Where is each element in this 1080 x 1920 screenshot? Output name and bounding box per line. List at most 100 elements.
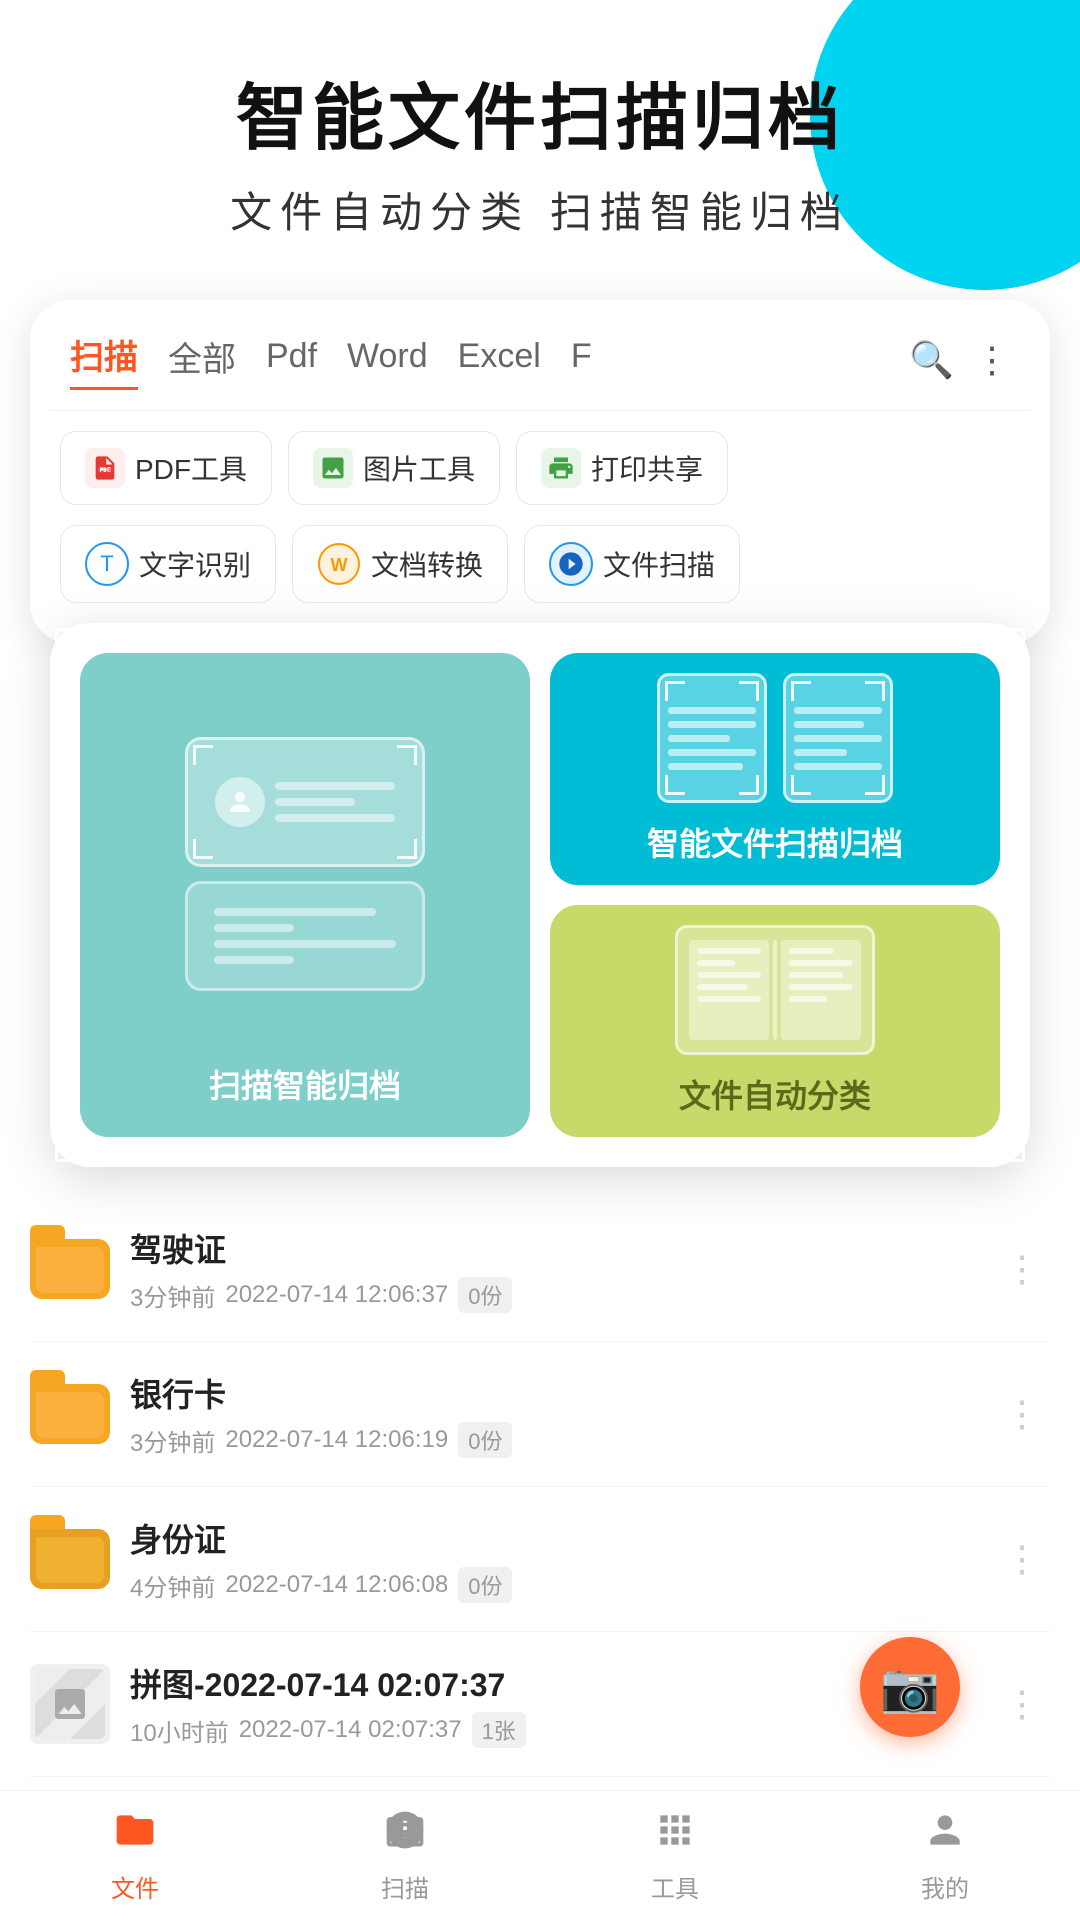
search-icon[interactable]: 🔍 <box>909 339 954 381</box>
book-page-right <box>781 940 861 1040</box>
ocr-text-label: 文字识别 <box>139 544 251 584</box>
file-item-2[interactable]: 银行卡 3分钟前 2022-07-14 12:06:19 0份 ⋮ <box>30 1342 1050 1487</box>
folder-yellow-2 <box>30 1384 110 1444</box>
tab-excel[interactable]: Excel <box>458 337 541 384</box>
feature-card-smart-scan[interactable]: 智能文件扫描归档 <box>550 653 1000 885</box>
dc1-bl <box>665 775 685 795</box>
nav-item-tools[interactable]: 工具 <box>540 1808 810 1904</box>
thumb-inner-4 <box>35 1669 105 1739</box>
back-corner-bl <box>55 1142 75 1162</box>
nav-scan-icon <box>383 1808 427 1863</box>
main-app-card: 扫描 全部 Pdf Word Excel F 🔍 ⋮ PDF工具 <box>30 300 1050 643</box>
file-name-2: 银行卡 <box>130 1370 974 1416</box>
file-count-2: 0份 <box>458 1422 512 1458</box>
file-scan-label: 文件扫描 <box>603 544 715 584</box>
file-date-3: 2022-07-14 12:06:08 <box>225 1571 448 1599</box>
book-pages <box>689 940 861 1040</box>
image-tool-button[interactable]: 图片工具 <box>288 431 500 505</box>
id-card-illustration <box>110 683 500 1045</box>
more-button-2[interactable]: ⋮ <box>994 1383 1050 1445</box>
tab-scan[interactable]: 扫描 <box>70 330 138 390</box>
file-name-1: 驾驶证 <box>130 1225 974 1271</box>
file-info-4: 拼图-2022-07-14 02:07:37 10小时前 2022-07-14 … <box>130 1660 974 1748</box>
tab-all[interactable]: 全部 <box>168 332 236 389</box>
back-line-1 <box>214 908 376 916</box>
ocr-row: T 文字识别 W 文档转换 文件扫描 <box>50 515 1030 623</box>
tab-bar: 扫描 全部 Pdf Word Excel F 🔍 ⋮ <box>50 330 1030 411</box>
right-column: 智能文件扫描归档 <box>550 653 1000 1137</box>
fab-camera-button[interactable]: 📷 <box>860 1637 960 1737</box>
pdf-tool-button[interactable]: PDF工具 <box>60 431 272 505</box>
feature-grid: 扫描智能归档 <box>80 653 1000 1137</box>
dc2-br <box>865 775 885 795</box>
folder-icon-3 <box>30 1524 110 1594</box>
nav-files-icon <box>113 1808 157 1863</box>
bl1 <box>697 948 761 954</box>
back-line-4 <box>214 956 294 964</box>
bl2 <box>697 960 735 966</box>
dc2-tl <box>791 681 811 701</box>
doc-l3 <box>668 735 730 742</box>
nav-item-files[interactable]: 文件 <box>0 1808 270 1904</box>
person-avatar-icon <box>215 777 265 827</box>
image-tool-label: 图片工具 <box>363 448 475 488</box>
more-button-1[interactable]: ⋮ <box>994 1238 1050 1300</box>
folder-body-1 <box>30 1239 110 1299</box>
doc-l10 <box>794 763 882 770</box>
feature-card-auto-classify[interactable]: 文件自动分类 <box>550 905 1000 1137</box>
file-info-3: 身份证 4分钟前 2022-07-14 12:06:08 0份 <box>130 1515 974 1603</box>
nav-files-label: 文件 <box>111 1869 159 1904</box>
doc-icons <box>657 673 893 803</box>
pdf-tool-label: PDF工具 <box>135 448 247 488</box>
file-date-4: 2022-07-14 02:07:37 <box>239 1716 462 1744</box>
tab-word[interactable]: Word <box>347 337 428 384</box>
nav-tools-icon <box>653 1808 697 1863</box>
hero-section: 智能文件扫描归档 文件自动分类 扫描智能归档 <box>0 0 1080 280</box>
file-date-2: 2022-07-14 12:06:19 <box>225 1426 448 1454</box>
tab-pdf[interactable]: Pdf <box>266 337 317 384</box>
doc-l5 <box>668 763 743 770</box>
doc-icon-1 <box>657 673 767 803</box>
br5 <box>789 996 827 1002</box>
feature-scan-label: 扫描智能归档 <box>209 1061 401 1107</box>
more-button-3[interactable]: ⋮ <box>994 1528 1050 1590</box>
doc-convert-button[interactable]: W 文档转换 <box>292 525 508 603</box>
doc-l1 <box>668 707 756 714</box>
file-count-1: 0份 <box>458 1277 512 1313</box>
more-button-4[interactable]: ⋮ <box>994 1673 1050 1735</box>
feature-card-scan[interactable]: 扫描智能归档 <box>80 653 530 1137</box>
file-item-1[interactable]: 驾驶证 3分钟前 2022-07-14 12:06:37 0份 ⋮ <box>30 1197 1050 1342</box>
bl4 <box>697 984 748 990</box>
br3 <box>789 972 843 978</box>
id-line-1 <box>275 782 395 790</box>
folder-body-2 <box>30 1384 110 1444</box>
ocr-text-icon: T <box>85 542 129 586</box>
feature-overlay: 扫描智能归档 <box>50 623 1030 1167</box>
id-card-lines <box>275 782 395 822</box>
corner-tl <box>193 745 213 765</box>
br1 <box>789 948 834 954</box>
tab-f[interactable]: F <box>571 337 592 384</box>
id-line-3 <box>275 814 395 822</box>
doc-l4 <box>668 749 756 756</box>
thumbnail-4 <box>30 1664 110 1744</box>
file-scan-icon <box>549 542 593 586</box>
more-icon[interactable]: ⋮ <box>974 339 1010 381</box>
hero-subtitle: 文件自动分类 扫描智能归档 <box>60 179 1020 240</box>
file-scan-button[interactable]: 文件扫描 <box>524 525 740 603</box>
file-info-1: 驾驶证 3分钟前 2022-07-14 12:06:37 0份 <box>130 1225 974 1313</box>
ocr-text-button[interactable]: T 文字识别 <box>60 525 276 603</box>
file-item-3[interactable]: 身份证 4分钟前 2022-07-14 12:06:08 0份 ⋮ <box>30 1487 1050 1632</box>
file-time-2: 3分钟前 <box>130 1423 215 1458</box>
folder-icon-1 <box>30 1234 110 1304</box>
print-tool-button[interactable]: 打印共享 <box>516 431 728 505</box>
br2 <box>789 960 853 966</box>
nav-item-scan[interactable]: 扫描 <box>270 1808 540 1904</box>
back-line-3 <box>214 940 396 948</box>
file-time-3: 4分钟前 <box>130 1568 215 1603</box>
tools-row: PDF工具 图片工具 打印共享 <box>50 411 1030 515</box>
corner-br <box>397 839 417 859</box>
file-info-2: 银行卡 3分钟前 2022-07-14 12:06:19 0份 <box>130 1370 974 1458</box>
nav-item-profile[interactable]: 我的 <box>810 1808 1080 1904</box>
doc-convert-icon: W <box>317 542 361 586</box>
